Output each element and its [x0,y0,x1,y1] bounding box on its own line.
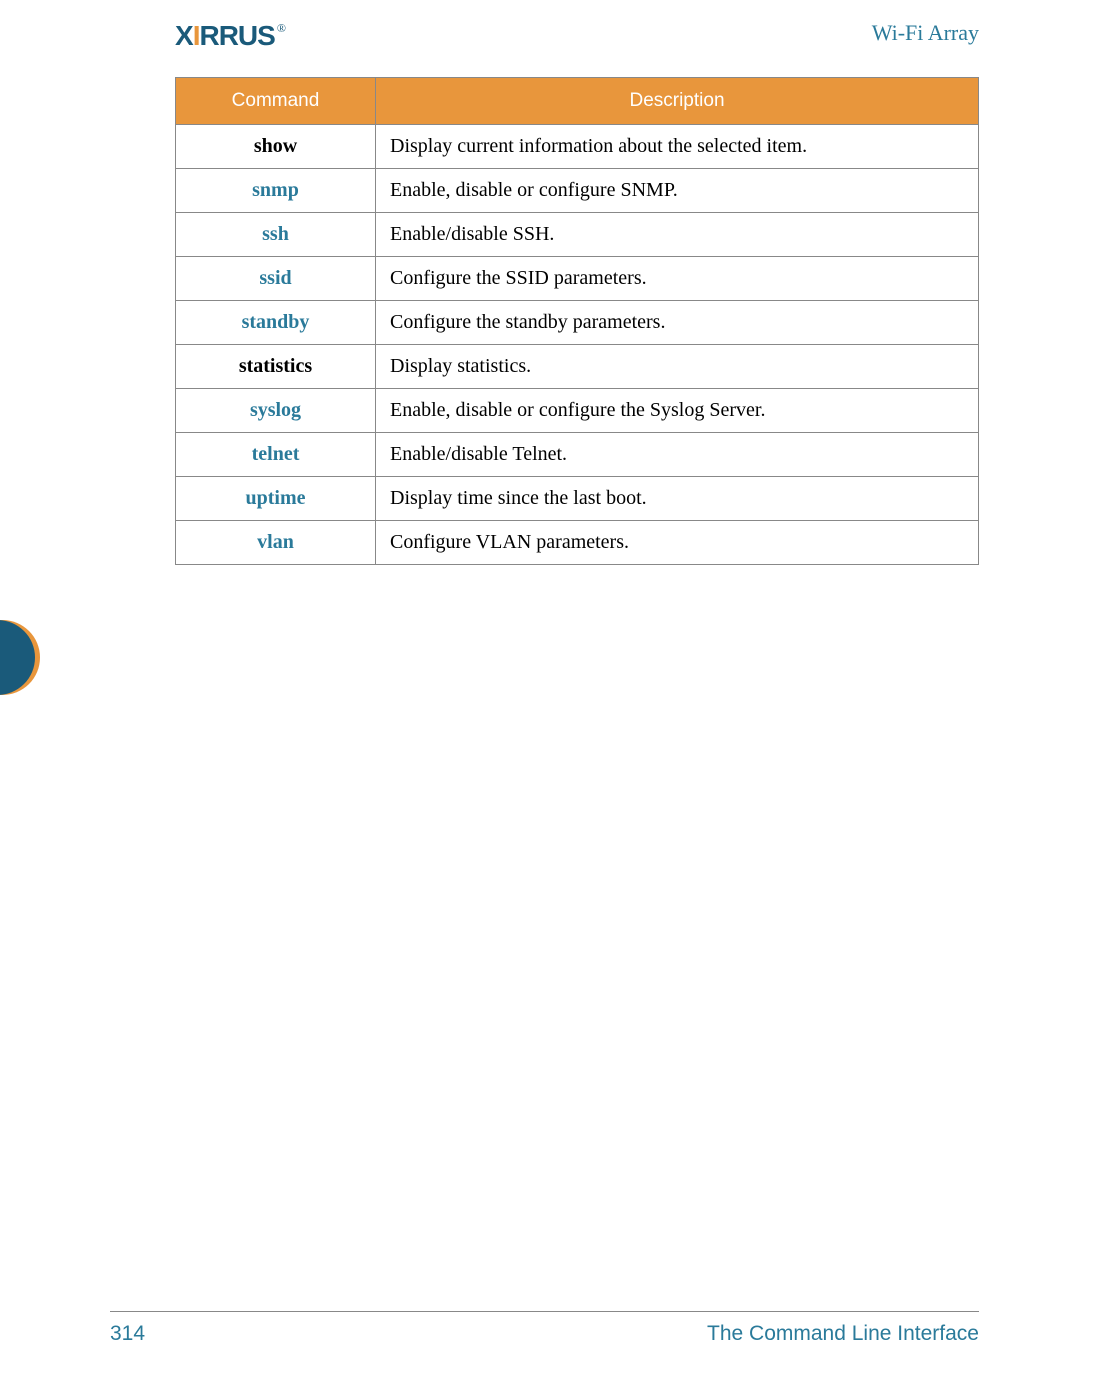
header-command: Command [176,78,376,125]
command-cell[interactable]: vlan [257,531,294,553]
command-table: Command Description show Display current… [175,77,979,565]
description-cell: Enable/disable Telnet. [376,433,979,477]
command-cell[interactable]: snmp [252,179,299,201]
command-cell[interactable]: telnet [252,443,300,465]
command-cell: show [254,135,297,157]
header-title: Wi-Fi Array [872,20,979,46]
document-page: XIRRUS® Wi-Fi Array Command Description … [0,0,1094,1376]
table-row: syslog Enable, disable or configure the … [176,389,979,433]
page-footer: 314 The Command Line Interface [110,1311,979,1346]
description-cell: Enable, disable or configure the Syslog … [376,389,979,433]
table-row: ssh Enable/disable SSH. [176,213,979,257]
description-cell: Enable/disable SSH. [376,213,979,257]
table-row: vlan Configure VLAN parameters. [176,521,979,565]
command-cell[interactable]: ssh [262,223,289,245]
command-cell[interactable]: syslog [250,399,301,421]
command-cell[interactable]: ssid [259,267,291,289]
description-cell: Configure the SSID parameters. [376,257,979,301]
table-row: statistics Display statistics. [176,345,979,389]
table-row: telnet Enable/disable Telnet. [176,433,979,477]
table-row: ssid Configure the SSID parameters. [176,257,979,301]
table-header-row: Command Description [176,78,979,125]
description-cell: Display time since the last boot. [376,477,979,521]
description-cell: Configure VLAN parameters. [376,521,979,565]
side-tab-decoration [0,620,60,695]
description-cell: Enable, disable or configure SNMP. [376,169,979,213]
table-row: snmp Enable, disable or configure SNMP. [176,169,979,213]
table-row: standby Configure the standby parameters… [176,301,979,345]
page-header: XIRRUS® Wi-Fi Array [175,20,979,52]
footer-divider [110,1311,979,1312]
footer-section-title: The Command Line Interface [707,1322,979,1346]
header-description: Description [376,78,979,125]
xirrus-logo: XIRRUS® [175,20,286,52]
description-cell: Display current information about the se… [376,125,979,169]
footer-content: 314 The Command Line Interface [110,1322,979,1346]
table-body: show Display current information about t… [176,125,979,565]
description-cell: Configure the standby parameters. [376,301,979,345]
command-cell: statistics [239,355,312,377]
logo-text: XIRRUS [175,20,275,52]
page-number: 314 [110,1322,145,1346]
table-row: uptime Display time since the last boot. [176,477,979,521]
command-cell[interactable]: standby [242,311,310,333]
command-cell[interactable]: uptime [246,487,306,509]
table-row: show Display current information about t… [176,125,979,169]
description-cell: Display statistics. [376,345,979,389]
logo-registered: ® [277,21,286,36]
